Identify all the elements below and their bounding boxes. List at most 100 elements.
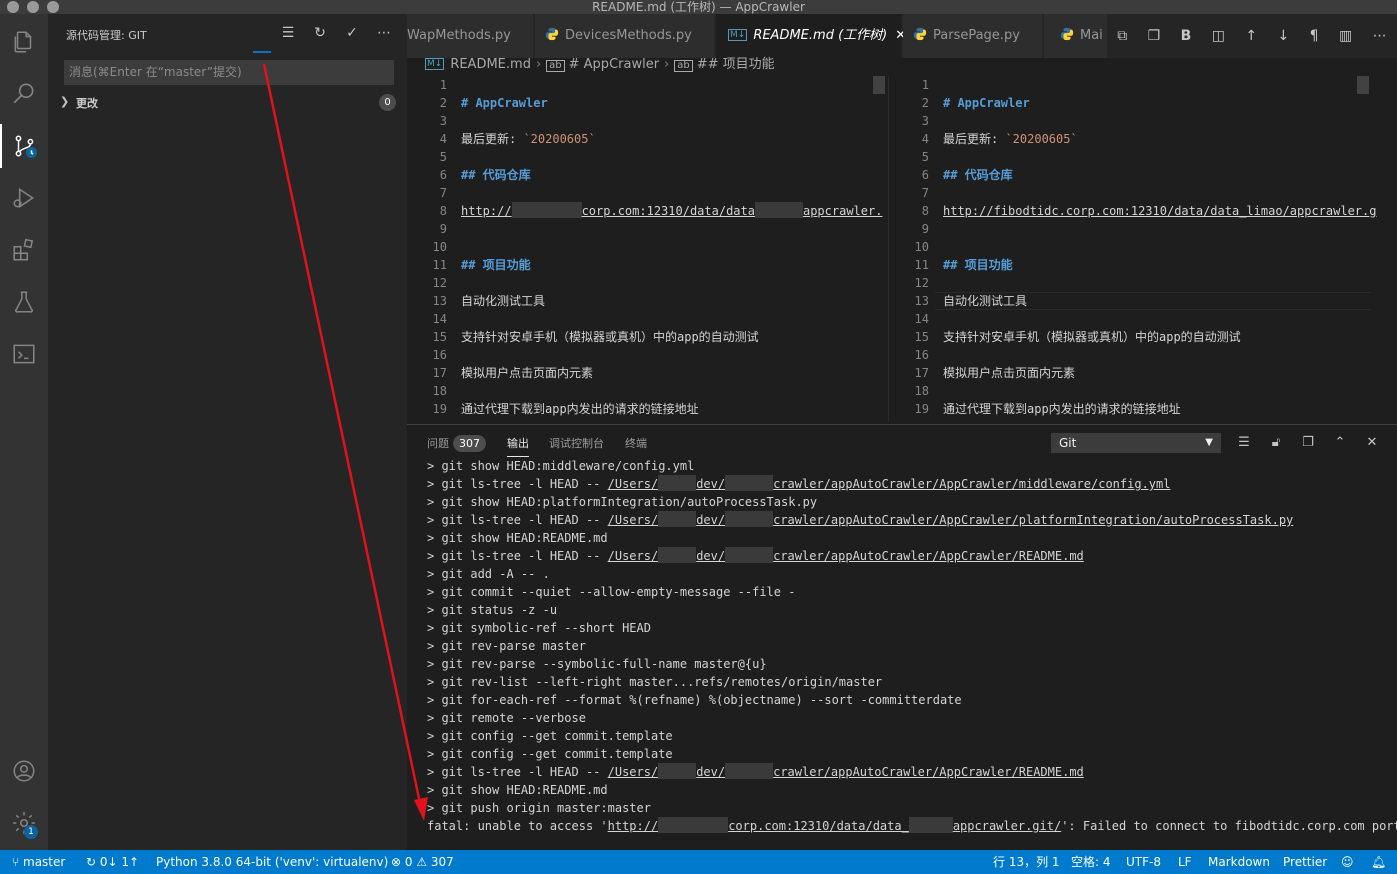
open-log-icon[interactable]: ❐ <box>1299 433 1317 451</box>
end-of-line[interactable]: LF <box>1178 850 1192 874</box>
lock-icon[interactable]: 🔓︎ <box>1267 433 1285 451</box>
tab-output[interactable]: 输出 <box>507 435 529 457</box>
breadcrumb-h1[interactable]: # AppCrawler <box>569 57 659 72</box>
output-path-part[interactable]: dev/ <box>696 549 725 563</box>
breadcrumb-file[interactable]: README.md <box>450 57 531 72</box>
tab-problems[interactable]: 问题 307 <box>427 435 486 452</box>
more-actions-icon[interactable]: ⋯ <box>1373 28 1387 44</box>
code-line: 10 <box>889 238 1397 256</box>
whitespace-icon[interactable]: ¶ <box>1310 28 1319 44</box>
encoding[interactable]: UTF-8 <box>1126 850 1161 874</box>
output-path-part[interactable]: crawler/appAutoCrawler/AppCrawler/middle… <box>773 477 1170 491</box>
output-text: > git status -z -u <box>427 603 558 617</box>
split-editor-icon[interactable]: ▥ <box>1339 28 1352 44</box>
account-icon[interactable] <box>0 749 48 793</box>
output-path-part[interactable]: dev/ <box>696 477 725 491</box>
diff-modified-pane[interactable]: 1 2 # AppCrawler 3 4 最后更新: `20200605` 5 6 ## 代码仓… <box>888 76 1397 422</box>
output-path-part[interactable]: /Users/ <box>608 549 659 563</box>
output-path-part[interactable]: dev/ <box>696 765 725 779</box>
preview-icon[interactable]: ◫ <box>1212 28 1225 44</box>
output-text: > git ls-tree -l HEAD -- <box>427 513 608 527</box>
output-path-part[interactable]: appcrawler.git/ <box>953 819 1061 833</box>
python-file-icon <box>545 27 559 41</box>
tab-debug-console[interactable]: 调试控制台 <box>549 435 604 451</box>
output-path-part[interactable]: crawler/appAutoCrawler/AppCrawler/platfo… <box>773 513 1293 527</box>
output-path-part[interactable]: http:// <box>608 819 659 833</box>
scm-progress-indicator <box>253 51 271 53</box>
more-actions-icon[interactable]: ⋯ <box>375 24 393 42</box>
refresh-icon[interactable]: ↻ <box>311 24 329 42</box>
tab-readme[interactable]: M↓ README.md (工作树) ✕ <box>716 14 906 58</box>
output-path-part[interactable]: /Users/ <box>608 477 659 491</box>
clear-output-icon[interactable]: ☰ <box>1235 433 1253 451</box>
code-line: 9 <box>407 220 887 238</box>
commit-message-input[interactable]: 消息(⌘Enter 在“master”提交) <box>64 60 394 85</box>
output-path-part[interactable]: crawler/appAutoCrawler/AppCrawler/README… <box>773 549 1084 563</box>
commit-check-icon[interactable]: ✓ <box>343 24 361 42</box>
formatter[interactable]: Prettier <box>1283 850 1327 874</box>
inline-code: `20200605` <box>1005 132 1078 146</box>
changes-group[interactable]: ❯ 更改 0 <box>58 92 398 114</box>
code-line: 4 最后更新: `20200605` <box>889 130 1397 148</box>
python-interpreter[interactable]: Python 3.8.0 64-bit ('venv': virtualenv) <box>156 850 388 874</box>
extensions-icon[interactable] <box>0 228 48 272</box>
markdown-file-icon: M↓ <box>425 58 445 70</box>
previous-change-icon[interactable]: ↑ <box>1245 28 1257 44</box>
cursor-position[interactable]: 行 13，列 1 <box>993 850 1060 874</box>
output-channel-select[interactable]: Git ▼ <box>1051 433 1221 453</box>
redacted-block <box>725 547 774 563</box>
tab-wapmethods[interactable]: WapMethods.py <box>407 14 534 58</box>
bell-icon[interactable]: 🔔︎ <box>1371 850 1386 874</box>
chevron-down-icon: ▼ <box>1205 437 1213 448</box>
repo-link-part[interactable]: http:// <box>461 204 512 218</box>
output-line: > git config --get commit.template <box>427 727 673 745</box>
line-content: # AppCrawler <box>461 94 548 112</box>
line-content: # AppCrawler <box>943 94 1030 112</box>
language-mode[interactable]: Markdown <box>1208 850 1270 874</box>
run-debug-icon[interactable] <box>0 176 48 220</box>
output-path-part[interactable]: /Users/ <box>608 513 659 527</box>
scrollbar-thumb[interactable] <box>873 76 885 94</box>
explorer-icon[interactable] <box>0 20 48 64</box>
breadcrumb-h2[interactable]: ## 项目功能 <box>697 57 775 72</box>
sync-indicator[interactable]: ↻ 0↓ 1↑ <box>86 850 139 874</box>
output-path-part[interactable]: corp.com:12310/data/data_ <box>728 819 909 833</box>
feedback-icon[interactable]: ☺ <box>1341 850 1354 874</box>
symbol-string-icon: ab <box>546 60 565 72</box>
repo-link-part[interactable]: appcrawler. <box>803 204 882 218</box>
source-control-icon[interactable] <box>0 124 48 168</box>
maximize-panel-icon[interactable]: ⌃ <box>1331 433 1349 451</box>
line-number: 15 <box>914 330 929 344</box>
repo-link-part[interactable]: corp.com:12310/data/data <box>582 204 755 218</box>
output-text: > git rev-parse --symbolic-full-name mas… <box>427 657 767 671</box>
line-prefix: 最后更新: <box>461 132 524 146</box>
code-line: 15 支持针对安卓手机（模拟器或真机）中的app的自动测试 <box>889 328 1397 346</box>
close-panel-icon[interactable]: ✕ <box>1363 433 1381 451</box>
tab-label: WapMethods.py <box>407 28 511 43</box>
next-change-icon[interactable]: ↓ <box>1278 28 1290 44</box>
output-path-part[interactable]: dev/ <box>696 513 725 527</box>
indentation[interactable]: 空格: 4 <box>1071 850 1111 874</box>
output-path-part[interactable]: /Users/ <box>608 765 659 779</box>
output-text: > git rev-list --left-right master...ref… <box>427 675 883 689</box>
diff-original-pane[interactable]: 1 2 # AppCrawler 3 4 最后更新: `20200605` 5 6 ## 代码仓… <box>407 76 887 422</box>
branch-indicator[interactable]: ⑂ master <box>12 850 65 874</box>
search-icon[interactable] <box>0 72 48 116</box>
output-path-part[interactable]: crawler/appAutoCrawler/AppCrawler/README… <box>773 765 1084 779</box>
tab-devicesmethods[interactable]: DevicesMethods.py <box>535 14 715 58</box>
markdown-heading: ## 代码仓库 <box>461 168 531 182</box>
testing-icon[interactable] <box>0 280 48 324</box>
open-file-icon[interactable]: ❐ <box>1148 28 1161 44</box>
remote-explorer-icon[interactable] <box>0 332 48 376</box>
tab-terminal[interactable]: 终端 <box>625 435 647 451</box>
view-as-list-icon[interactable]: ☰ <box>279 24 297 42</box>
gear-icon[interactable]: 1 <box>0 801 48 845</box>
problems-indicator[interactable]: ⊗ 0 ⚠ 307 <box>391 850 454 874</box>
code-line: 8 http:// corp.com:12310/data/data appcrawl… <box>407 202 887 220</box>
scrollbar-thumb[interactable] <box>1357 76 1369 94</box>
open-changes-icon[interactable]: ⧉ <box>1117 28 1127 44</box>
output-line: fatal: unable to access 'http:// corp.com… <box>427 817 1397 835</box>
tab-parsepage[interactable]: ParsePage.py <box>903 14 1043 58</box>
bold-icon[interactable]: B <box>1181 28 1192 44</box>
repo-link[interactable]: http://fibodtidc.corp.com:12310/data/dat… <box>943 204 1376 218</box>
